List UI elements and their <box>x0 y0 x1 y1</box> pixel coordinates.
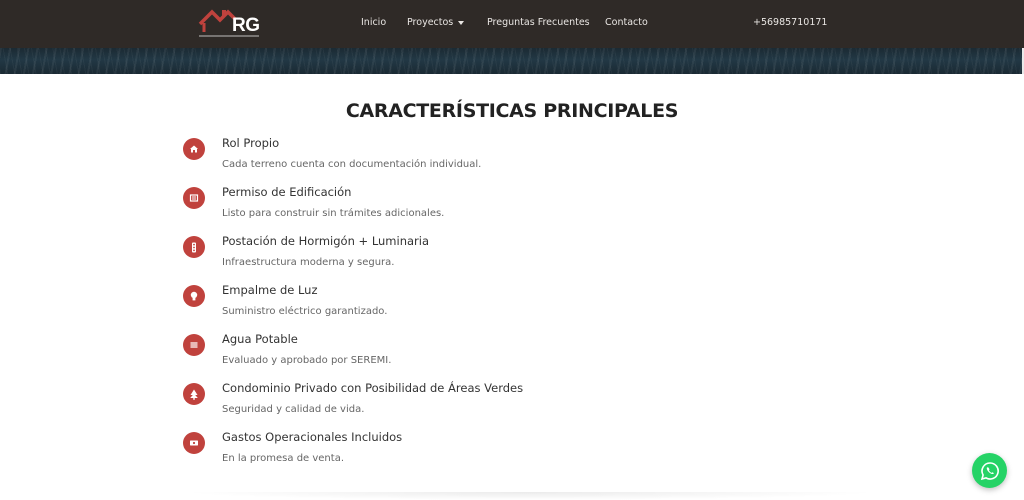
nav-preguntas-frecuentes[interactable]: Preguntas Frecuentes <box>487 17 590 28</box>
header-phone-link[interactable]: +56985710171 <box>753 17 827 28</box>
feature-title: Rol Propio <box>222 136 280 150</box>
chevron-down-icon <box>458 20 465 25</box>
lightbulb-icon <box>183 285 205 307</box>
site-header: RG Inicio Proyectos Preguntas Frecuentes… <box>0 0 1024 48</box>
feature-description: Suministro eléctrico garantizado. <box>222 306 388 317</box>
feature-description: Cada terreno cuenta con documentación in… <box>222 159 482 170</box>
logo-tagline <box>199 35 259 37</box>
feature-description: En la promesa de venta. <box>222 453 345 464</box>
whatsapp-button[interactable] <box>972 453 1007 488</box>
feature-title: Agua Potable <box>222 332 298 346</box>
nav-proyectos[interactable]: Proyectos <box>407 17 465 28</box>
feature-description: Infraestructura moderna y segura. <box>222 257 395 268</box>
feature-title: Empalme de Luz <box>222 283 318 297</box>
feature-item: Permiso de Edificación Listo para constr… <box>183 185 743 231</box>
money-icon <box>183 432 205 454</box>
feature-item: Postación de Hormigón + Luminaria Infrae… <box>183 234 743 280</box>
feature-description: Listo para construir sin trámites adicio… <box>222 208 445 219</box>
whatsapp-icon <box>980 461 999 480</box>
feature-description: Evaluado y aprobado por SEREMI. <box>222 355 392 366</box>
logo-text: RG <box>232 15 260 36</box>
section-title: CARACTERÍSTICAS PRINCIPALES <box>345 100 679 122</box>
nav-proyectos-label: Proyectos <box>407 17 454 28</box>
document-icon <box>183 187 205 209</box>
feature-item: Agua Potable Evaluado y aprobado por SER… <box>183 332 743 378</box>
feature-item: Gastos Operacionales Incluidos En la pro… <box>183 430 743 476</box>
feature-description: Seguridad y calidad de vida. <box>222 404 365 415</box>
nav-inicio[interactable]: Inicio <box>361 17 386 28</box>
feature-item: Empalme de Luz Suministro eléctrico gara… <box>183 283 743 329</box>
nav-contacto[interactable]: Contacto <box>605 17 648 28</box>
tree-icon <box>183 383 205 405</box>
feature-title: Condominio Privado con Posibilidad de Ár… <box>222 381 524 395</box>
rg-logo[interactable]: RG <box>198 6 262 40</box>
home-icon <box>183 138 205 160</box>
feature-title: Postación de Hormigón + Luminaria <box>222 234 430 248</box>
feature-title: Gastos Operacionales Incluidos <box>222 430 403 444</box>
section-bottom-shadow <box>180 492 880 500</box>
hero-image-strip <box>0 48 1024 74</box>
feature-item: Rol Propio Cada terreno cuenta con docum… <box>183 136 743 182</box>
feature-item: Condominio Privado con Posibilidad de Ár… <box>183 381 743 427</box>
feature-title: Permiso de Edificación <box>222 185 352 199</box>
water-lines-icon <box>183 334 205 356</box>
traffic-light-icon <box>183 236 205 258</box>
